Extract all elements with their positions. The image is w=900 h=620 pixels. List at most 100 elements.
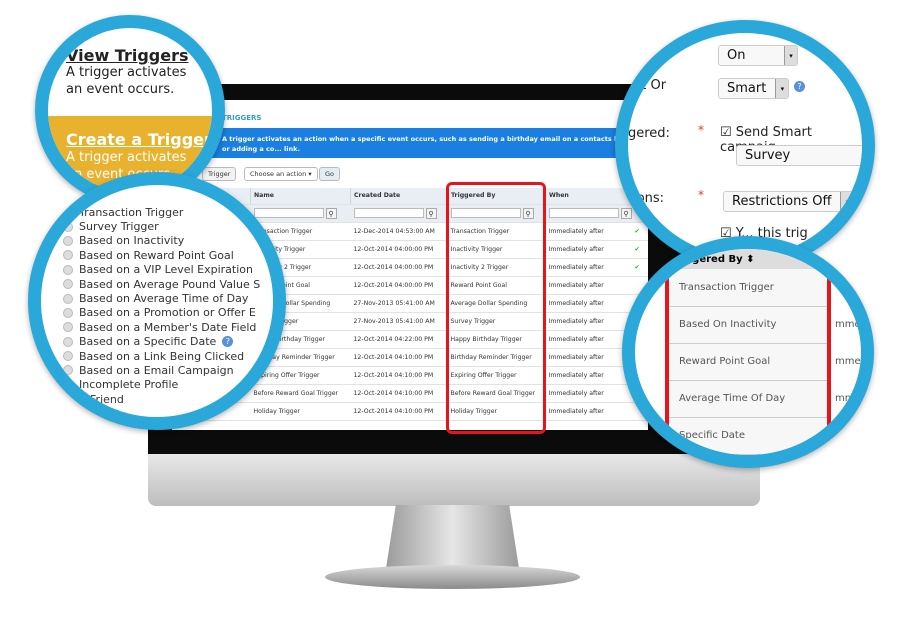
- trigger-type-radio[interactable]: Based on a Link Being Clicked: [63, 349, 260, 363]
- filter-input[interactable]: [353, 208, 424, 218]
- radio-icon[interactable]: [63, 336, 73, 347]
- column-header[interactable]: Name: [250, 188, 351, 205]
- cell-name: Holiday Trigger: [250, 402, 351, 421]
- column-header[interactable]: When: [545, 188, 632, 205]
- cell-when: Immediately after: [545, 258, 632, 277]
- view-triggers-link[interactable]: View Triggers: [66, 46, 189, 65]
- filter-icon[interactable]: ⚲: [620, 207, 632, 219]
- go-button[interactable]: Go: [319, 167, 341, 181]
- triggered-by-highlight: [446, 182, 546, 434]
- restrictions-label: tions:: [628, 191, 665, 206]
- filter-cell: ⚲: [350, 204, 448, 223]
- page-title: TRIGGERS: [222, 114, 262, 122]
- table-row[interactable]: Reward Point Goal: [669, 343, 827, 381]
- trigger-type-label: A Friend: [79, 392, 124, 406]
- trigger-type-label: Incomplete Profile: [79, 378, 179, 392]
- action-select[interactable]: Choose an action ▾: [244, 167, 318, 181]
- cell-created: 12-Oct-2014 04:00:00 PM: [350, 258, 448, 277]
- monitor-base: [325, 565, 580, 589]
- cell-created: 12-Oct-2014 04:22:00 PM: [350, 330, 448, 349]
- trigger-type-radio[interactable]: Transaction Trigger: [63, 205, 260, 219]
- trigger-type-radio[interactable]: Based on a Specific Date?: [63, 335, 260, 349]
- cell-when: Immediately after: [545, 330, 632, 349]
- radio-icon[interactable]: [63, 379, 73, 390]
- check-icon: ✔: [631, 258, 648, 277]
- zoom-trigger-types-circle: Transaction Trigger Survey Trigger Based o…: [28, 172, 286, 430]
- column-header[interactable]: Created Date: [350, 188, 448, 205]
- triggered-by-cell: Specific Date: [669, 417, 827, 455]
- trigger-type-radio[interactable]: Based on a VIP Level Expiration: [63, 263, 260, 277]
- trigger-type-radio[interactable]: A Friend: [63, 392, 260, 406]
- trigger-type-radio[interactable]: Incomplete Profile: [63, 378, 260, 392]
- radio-icon[interactable]: [63, 250, 73, 261]
- trigger-type-radio[interactable]: Based on Average Time of Day: [63, 291, 260, 305]
- radio-icon[interactable]: [63, 394, 73, 405]
- when-cell-partial: mme: [835, 319, 861, 330]
- radio-icon[interactable]: [63, 235, 73, 246]
- required-marker: *: [698, 123, 704, 137]
- radio-icon[interactable]: [63, 264, 73, 275]
- table-row[interactable]: Transaction Trigger: [669, 269, 827, 307]
- radio-icon[interactable]: [63, 279, 73, 290]
- cell-when: Immediately after: [545, 222, 632, 241]
- filter-input[interactable]: [253, 208, 324, 218]
- trigger-type-label: Based on a Email Campaign: [79, 363, 234, 377]
- triggered-by-cell: Transaction Trigger: [669, 269, 827, 307]
- zoom-column-table: Transaction Trigger Based On Inactivity Re…: [669, 269, 827, 455]
- highlight-right: [827, 269, 831, 455]
- radio-icon[interactable]: [63, 351, 73, 362]
- filter-icon[interactable]: ⚲: [425, 207, 437, 219]
- restrictions-select[interactable]: Restrictions Off ▾: [723, 191, 855, 212]
- trigger-type-radio[interactable]: Based on a Promotion or Offer E: [63, 306, 260, 320]
- campaign-select[interactable]: Survey: [736, 145, 862, 166]
- smart-select[interactable]: Smart ▾: [718, 78, 790, 99]
- filter-input[interactable]: [548, 208, 619, 218]
- restrictions-value: Restrictions Off: [732, 194, 832, 209]
- trigger-type-radio[interactable]: Based on Inactivity: [63, 234, 260, 248]
- campaign-value: Survey: [745, 148, 791, 163]
- cell-created: 27-Nov-2013 05:41:00 AM: [350, 312, 448, 331]
- cell-created: 12-Oct-2014 04:10:00 PM: [350, 348, 448, 367]
- radio-icon[interactable]: [63, 322, 73, 333]
- status-select[interactable]: On ▾: [718, 45, 798, 66]
- trigger-type-radio[interactable]: Based on Average Pound Value S: [63, 277, 260, 291]
- trigger-type-label: Based on a VIP Level Expiration: [79, 263, 253, 277]
- trigger-type-radio[interactable]: Survey Trigger: [63, 219, 260, 233]
- cell-created: 12-Oct-2014 04:10:00 PM: [350, 384, 448, 403]
- cell-when: Immediately after: [545, 312, 632, 331]
- cell-created: 12-Dec-2014 04:53:00 AM: [350, 222, 448, 241]
- filter-icon[interactable]: ⚲: [325, 207, 337, 219]
- table-row[interactable]: Specific Date: [669, 417, 827, 455]
- help-icon[interactable]: ?: [794, 81, 805, 92]
- triggered-by-cell: Average Time Of Day: [669, 380, 827, 418]
- table-row[interactable]: Average Time Of Day: [669, 380, 827, 418]
- cell-created: 12-Oct-2014 04:10:00 PM: [350, 402, 448, 421]
- info-banner: A trigger activates an action when a spe…: [172, 128, 648, 158]
- trigger-type-radio[interactable]: Based on a Member's Date Field: [63, 320, 260, 334]
- radio-icon[interactable]: [63, 207, 73, 218]
- radio-icon[interactable]: [63, 365, 73, 376]
- monitor-chin: [148, 454, 760, 506]
- radio-icon[interactable]: [63, 293, 73, 304]
- triggered-by-cell: Reward Point Goal: [669, 343, 827, 381]
- cell-created: 12-Oct-2014 04:10:00 PM: [350, 366, 448, 385]
- view-triggers-desc: A trigger activates an event occurs.: [66, 65, 187, 97]
- trigger-type-radio[interactable]: Based on a Email Campaign: [63, 363, 260, 377]
- trigger-type-radio[interactable]: Based on Reward Point Goal: [63, 248, 260, 262]
- triggered-by-header[interactable]: ggered By ⬍: [655, 249, 855, 269]
- radio-icon[interactable]: [63, 307, 73, 318]
- zoom-form-circle: On ▾ art Or Smart ▾ ? gered: * ☑ Send Smar…: [615, 20, 875, 270]
- radio-icon[interactable]: [63, 221, 73, 232]
- trigger-type-label: Transaction Trigger: [79, 205, 184, 219]
- create-trigger-link[interactable]: Create a Trigger: [66, 130, 212, 149]
- filter-cell: ⚲: [545, 204, 632, 223]
- zoom-column-circle: ggered By ⬍ Transaction Trigger Based On …: [622, 236, 874, 468]
- trigger-type-label: Based on Average Pound Value S: [79, 277, 261, 291]
- when-cell-partial: mme: [835, 393, 861, 404]
- smart-label: art Or: [628, 78, 667, 93]
- trigger-type-label: Based on a Member's Date Field: [79, 320, 257, 334]
- action-select-value: Choose an action: [250, 170, 307, 178]
- help-icon[interactable]: ?: [222, 336, 234, 348]
- table-row[interactable]: Based On Inactivity: [669, 306, 827, 344]
- smart-value: Smart: [727, 81, 767, 96]
